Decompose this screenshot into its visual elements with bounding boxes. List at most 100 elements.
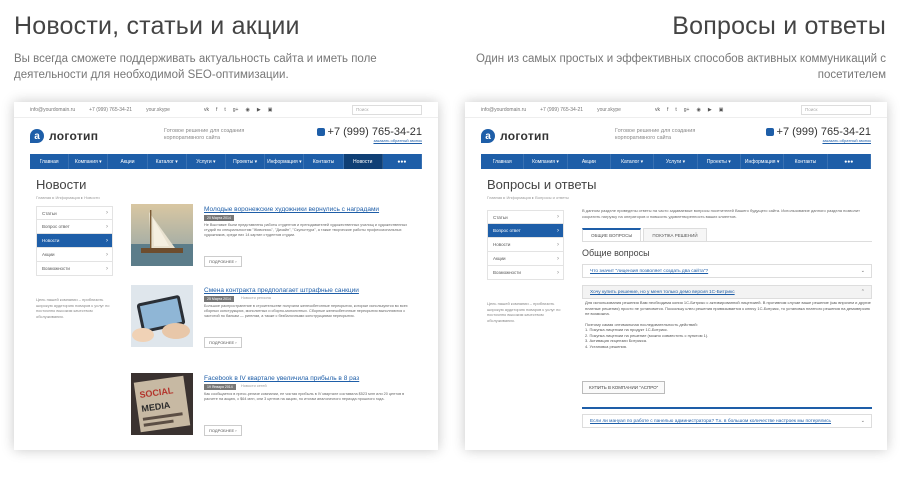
facebook-icon[interactable]: f [216, 107, 217, 113]
more-button[interactable]: ПОДРОБНЕЕ › [204, 425, 242, 436]
nav-item-info[interactable]: Информация ▾ [741, 154, 785, 169]
slogan: Готовое решение для создания корпоративн… [164, 128, 245, 141]
sidebar-item-features[interactable]: Возможности [36, 262, 113, 276]
odnoklassniki-icon[interactable]: ▣ [268, 107, 273, 113]
google-plus-icon[interactable]: g+ [233, 107, 239, 113]
skype: your.skype [597, 106, 621, 113]
news-screenshot: info@yourdomain.ru +7 (999) 765-34-21 yo… [14, 102, 438, 450]
breadcrumb[interactable]: Главная ▸ Информация ▸ Новости [36, 195, 438, 200]
youtube-icon[interactable]: ▶ [257, 107, 261, 113]
page-title: Вопросы и ответы [487, 177, 597, 192]
search-input[interactable]: Поиск [801, 104, 871, 115]
sidebar-item-promo[interactable]: Акции [36, 248, 113, 262]
buy-button[interactable]: КУПИТЬ В КОМПАНИИ "АСПРО" [582, 381, 666, 394]
faq-section-title: Общие вопросы [582, 248, 650, 258]
logo-icon[interactable]: а [30, 129, 44, 143]
news-category[interactable]: Новости региона [241, 296, 271, 300]
nav-item-company[interactable]: Компания ▾ [524, 154, 568, 169]
nav-item-catalog[interactable]: Каталог ▾ [148, 154, 187, 169]
faq-intro: В данном разделе приведены ответы на час… [582, 208, 860, 219]
nav-item-projects[interactable]: Проекты ▾ [226, 154, 266, 169]
nav-more-icon[interactable]: ●●● [828, 154, 871, 169]
news-image-sailboat[interactable] [131, 204, 193, 266]
more-button[interactable]: ПОДРОБНЕЕ › [204, 337, 242, 348]
sidebar-note: Цель нашей компании – приблизить широкую… [487, 301, 561, 323]
sidebar-item-promo[interactable]: Акции [487, 252, 564, 266]
faq-question-text: Хочу купить решение, но у меня только де… [590, 289, 735, 295]
sidebar-item-articles[interactable]: Статьи [487, 210, 564, 224]
nav-item-home[interactable]: Главная [30, 154, 70, 169]
top-phone: +7 (999) 765-34-21 [540, 106, 584, 113]
twitter-icon[interactable]: t [224, 107, 225, 113]
twitter-icon[interactable]: t [675, 107, 676, 113]
phone-block: +7 (999) 765-34-21 заказать обратный зво… [316, 126, 422, 143]
breadcrumb[interactable]: Главная ▸ Информация ▸ Вопросы и ответы [487, 195, 887, 200]
logo-icon[interactable]: а [481, 129, 495, 143]
nav-item-services[interactable]: Услуги ▾ [654, 154, 698, 169]
left-subtitle: Вы всегда сможете поддерживать актуально… [14, 53, 377, 81]
right-header: Вопросы и ответы Один из самых простых и… [466, 12, 886, 83]
faq-tabs: ОБЩИЕ ВОПРОСЫ ПОКУПКА РЕШЕНИЙ [582, 228, 872, 242]
nav-item-promo[interactable]: Акции [568, 154, 611, 169]
youtube-icon[interactable]: ▶ [708, 107, 712, 113]
news-date: 25 Марта 2014 [204, 296, 234, 302]
more-button[interactable]: ПОДРОБНЕЕ › [204, 256, 242, 267]
phone-block: +7 (999) 765-34-21 заказать обратный зво… [765, 126, 871, 143]
nav-item-company[interactable]: Компания ▾ [69, 154, 109, 169]
social-icons: vk f t g+ ◉ ▶ ▣ [204, 107, 272, 113]
right-title: Вопросы и ответы [672, 12, 886, 40]
instagram-icon[interactable]: ◉ [245, 107, 249, 113]
right-subtitle: Один из самых простых и эффективных спос… [475, 53, 886, 81]
logo-text[interactable]: логотип [49, 129, 98, 143]
news-image-tablet[interactable] [131, 285, 193, 347]
logo-text[interactable]: логотип [500, 129, 549, 143]
search-input[interactable]: Поиск [352, 104, 422, 115]
nav-item-home[interactable]: Главная [481, 154, 525, 169]
vk-icon[interactable]: vk [655, 107, 660, 113]
nav-item-promo[interactable]: Акции [108, 154, 148, 169]
tab-purchase[interactable]: ПОКУПКА РЕШЕНИЙ [643, 228, 707, 241]
vk-icon[interactable]: vk [204, 107, 209, 113]
news-title-link[interactable]: Смена контракта предполагает штрафные са… [204, 287, 359, 294]
news-title-link[interactable]: Молодые воронежские художники вернулись … [204, 206, 379, 213]
answer-paragraph: Для использования решения Вам необходима… [585, 300, 871, 316]
news-item: Молодые воронежские художники вернулись … [131, 204, 416, 274]
news-category[interactable]: Новости сетей [241, 384, 267, 388]
sidebar-item-articles[interactable]: Статьи [36, 206, 113, 220]
callback-link[interactable]: заказать обратный звонок [766, 138, 871, 143]
odnoklassniki-icon[interactable]: ▣ [719, 107, 724, 113]
sidebar-item-news[interactable]: Новости [487, 238, 564, 252]
main-nav: Главная Компания ▾ Акции Каталог ▾ Услуг… [481, 154, 871, 169]
news-image-social-media[interactable]: SOCIAL MEDIA [131, 373, 193, 435]
social-icons: vk f t g+ ◉ ▶ ▣ [655, 107, 723, 113]
sidebar-menu: Статьи Вопрос ответ Новости Акции Возмож… [487, 210, 564, 280]
instagram-icon[interactable]: ◉ [696, 107, 700, 113]
sidebar-item-news[interactable]: Новости [36, 234, 113, 248]
nav-item-news[interactable]: Новости [343, 154, 383, 169]
faq-question[interactable]: Если ли мануал по работе с панелью админ… [582, 414, 872, 428]
nav-more-icon[interactable]: ●●● [383, 154, 423, 169]
chevron-down-icon: ⌄ [860, 268, 865, 274]
email-link[interactable]: info@yourdomain.ru [30, 107, 75, 113]
nav-item-services[interactable]: Услуги ▾ [187, 154, 227, 169]
email-link[interactable]: info@yourdomain.ru [481, 107, 526, 113]
phone-icon [765, 128, 774, 136]
callback-link[interactable]: заказать обратный звонок [317, 138, 422, 143]
sidebar-item-faq[interactable]: Вопрос ответ [36, 220, 113, 234]
nav-item-contacts[interactable]: Контакты [304, 154, 344, 169]
google-plus-icon[interactable]: g+ [684, 107, 690, 113]
news-excerpt: Большое распространение в строительстве … [204, 304, 408, 318]
nav-item-info[interactable]: Информация ▾ [265, 154, 305, 169]
nav-item-catalog[interactable]: Каталог ▾ [611, 154, 655, 169]
tab-general[interactable]: ОБЩИЕ ВОПРОСЫ [582, 228, 642, 241]
nav-item-projects[interactable]: Проекты ▾ [698, 154, 741, 169]
facebook-icon[interactable]: f [667, 107, 668, 113]
faq-question[interactable]: Что значит "лицензия позволяет создать д… [582, 264, 872, 278]
news-title-link[interactable]: Facebook в IV квартале увеличила прибыль… [204, 375, 359, 382]
sidebar-item-faq[interactable]: Вопрос ответ [487, 224, 564, 238]
faq-question-open[interactable]: Хочу купить решение, но у меня только де… [582, 285, 872, 299]
nav-item-contacts[interactable]: Контакты [784, 154, 828, 169]
sidebar-item-features[interactable]: Возможности [487, 266, 564, 280]
page-title: Новости [36, 177, 87, 192]
main-nav: Главная Компания ▾ Акции Каталог ▾ Услуг… [30, 154, 423, 169]
